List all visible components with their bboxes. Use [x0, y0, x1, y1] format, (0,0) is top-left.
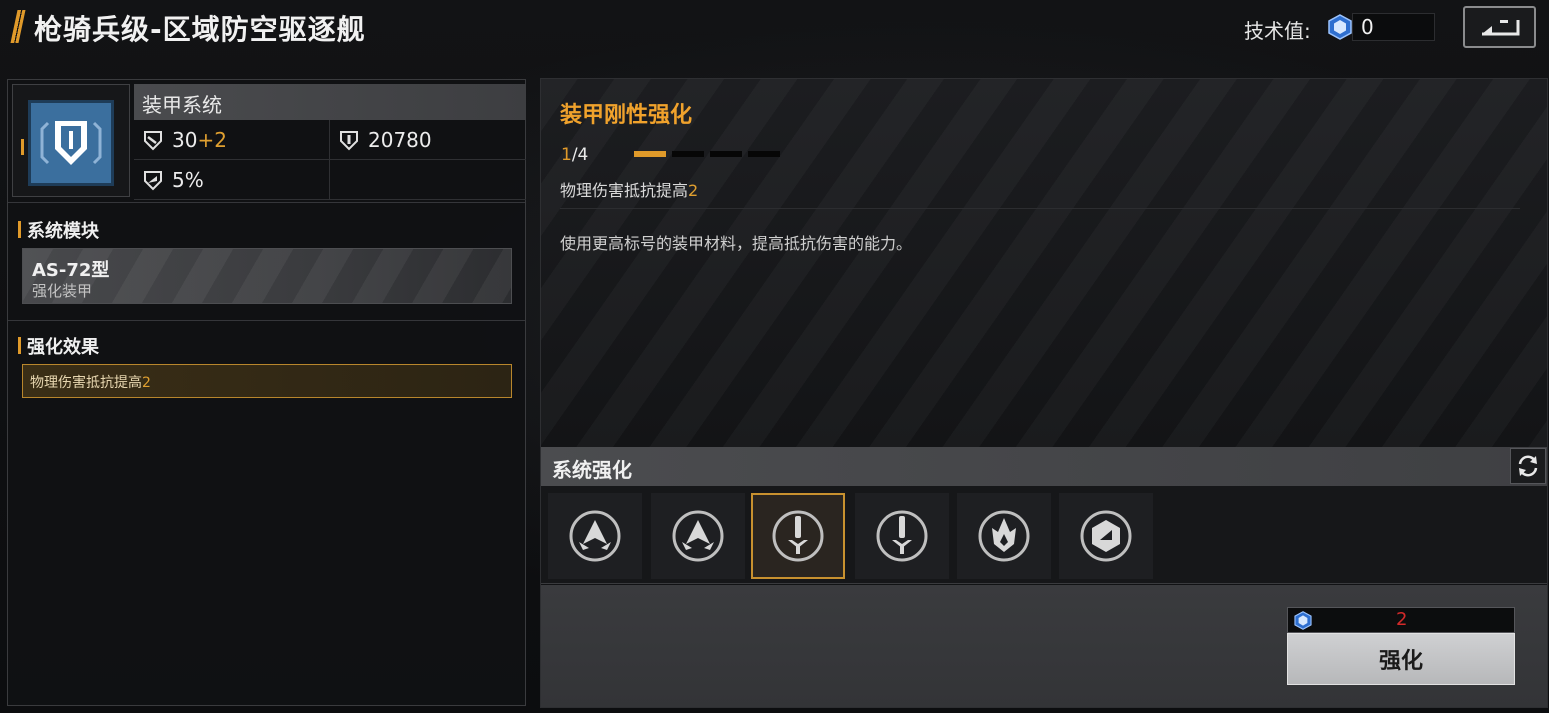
- enhance-slot-4[interactable]: [855, 493, 949, 579]
- system-header: 装甲系统: [134, 84, 526, 120]
- reduction-value: 5%: [172, 167, 204, 192]
- upgrade-description: 使用更高标号的装甲材料，提高抵抗伤害的能力。: [560, 234, 913, 253]
- armor-bonus: +2: [197, 127, 227, 152]
- back-button[interactable]: [1463, 6, 1536, 48]
- wing-emblem-icon: [672, 510, 724, 562]
- enhance-slot-2[interactable]: [651, 493, 745, 579]
- durability-stat: 20780: [330, 120, 526, 160]
- level-segment: [672, 151, 704, 157]
- refresh-button[interactable]: [1510, 448, 1546, 484]
- level-segment: [634, 151, 666, 157]
- enhance-button-label: 强化: [1378, 649, 1423, 674]
- flame-emblem-icon: [978, 510, 1030, 562]
- cost-box: 2: [1287, 607, 1515, 633]
- divider: [560, 208, 1520, 209]
- system-enhance-header: 系统强化: [541, 447, 1547, 486]
- selection-marker: [21, 139, 24, 155]
- sword-emblem-icon: [772, 510, 824, 562]
- module-section-title: 系统模块: [18, 217, 99, 243]
- upgrade-title: 装甲刚性强化: [560, 103, 693, 128]
- upgrade-detail: 装甲刚性强化 1/4 物理伤害抵抗提高2 使用更高标号的装甲材料，提高抵抗伤害的…: [541, 79, 1547, 447]
- upgrade-detail-panel: 装甲刚性强化 1/4 物理伤害抵抗提高2 使用更高标号的装甲材料，提高抵抗伤害的…: [540, 78, 1548, 708]
- system-enhance-title: 系统强化: [552, 458, 632, 482]
- enhance-effect-item: 物理伤害抵抗提高2: [22, 364, 512, 398]
- enhance-effect-text: 物理伤害抵抗提高2: [30, 375, 151, 391]
- upgrade-level: 1/4: [561, 145, 589, 165]
- action-area: 2 强化: [541, 585, 1547, 707]
- page-title: 枪骑兵级-区域防空驱逐舰: [34, 13, 366, 46]
- enhance-slot-row: [541, 486, 1547, 584]
- title-accent: [10, 10, 26, 43]
- enhance-slot-3[interactable]: [751, 493, 845, 579]
- system-info-panel: 装甲系统 30 +2 20780 5% 系统模块 AS-72型 强化装甲 强化效…: [7, 79, 526, 706]
- durability-value: 20780: [368, 127, 432, 152]
- divider: [8, 202, 525, 203]
- system-name: 装甲系统: [142, 93, 222, 117]
- module-name: AS-72型: [32, 260, 110, 281]
- level-segment: [748, 151, 780, 157]
- enhance-slot-6[interactable]: [1059, 493, 1153, 579]
- enhance-button[interactable]: 强化: [1287, 633, 1515, 685]
- shield-badge-icon: [1080, 510, 1132, 562]
- wing-emblem-icon: [569, 510, 621, 562]
- durability-shield-icon: [340, 130, 358, 150]
- empty-stat-cell: [330, 160, 526, 200]
- shield-icon: [40, 121, 102, 165]
- effect-section-title: 强化效果: [18, 333, 99, 359]
- module-subtitle: 强化装甲: [32, 282, 93, 300]
- system-icon-frame: [12, 84, 130, 197]
- tech-value: 0: [1361, 15, 1374, 39]
- refresh-icon: [1518, 455, 1538, 477]
- module-card[interactable]: AS-72型 强化装甲: [22, 248, 512, 304]
- armor-stat: 30 +2: [134, 120, 330, 160]
- cost-value: 2: [1396, 609, 1408, 630]
- top-bar: 枪骑兵级-区域防空驱逐舰 技术值: 0: [0, 0, 1549, 56]
- level-segment: [710, 151, 742, 157]
- enhance-slot-5[interactable]: [957, 493, 1051, 579]
- tech-point-icon: [1328, 14, 1352, 40]
- tech-point-icon: [1294, 611, 1312, 630]
- upgrade-effect: 物理伤害抵抗提高2: [560, 181, 699, 200]
- sword-emblem-icon: [876, 510, 928, 562]
- divider: [8, 320, 525, 321]
- tech-value-box: 0: [1352, 13, 1435, 41]
- damage-reduction-icon: [144, 170, 162, 190]
- system-icon-tile: [28, 100, 114, 186]
- enhance-slot-1[interactable]: [548, 493, 642, 579]
- armor-value-icon: [144, 130, 162, 150]
- armor-value: 30: [172, 127, 198, 152]
- tech-value-label: 技术值:: [1244, 19, 1311, 43]
- reduction-stat: 5%: [134, 160, 330, 200]
- back-arrow-icon: [1481, 20, 1519, 36]
